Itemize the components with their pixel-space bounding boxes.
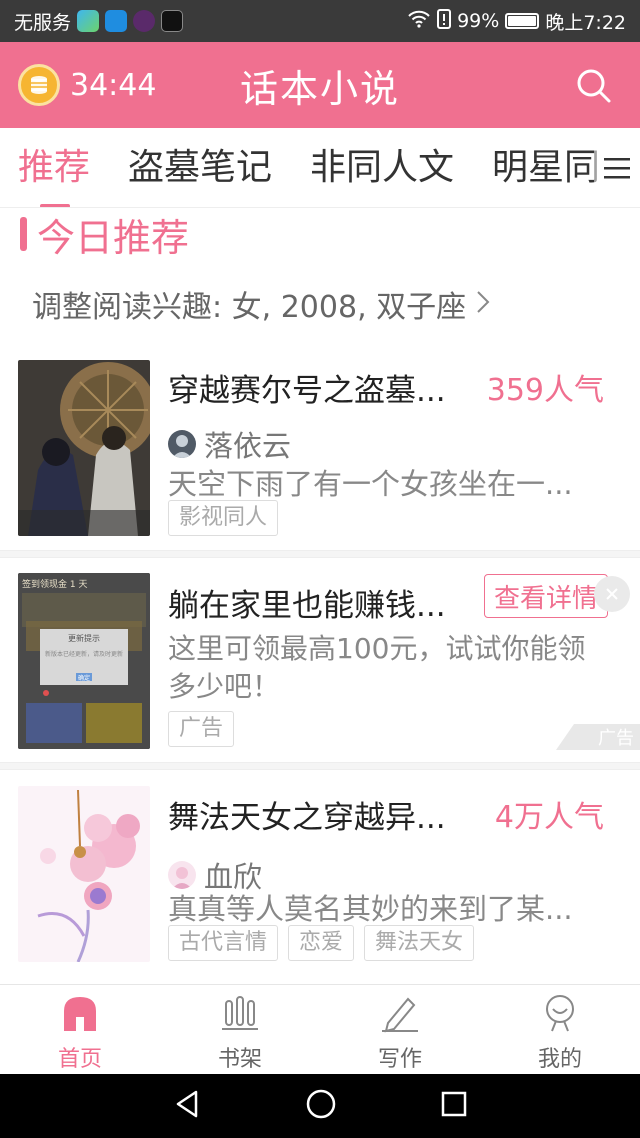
tag: 恋爱: [288, 925, 355, 961]
nav-profile[interactable]: 我的: [480, 985, 640, 1074]
adjust-interest-link[interactable]: 调整阅读兴趣: 女, 2008, 双子座: [32, 282, 490, 326]
game-app-icon: [133, 10, 156, 32]
carrier-text: 无服务: [14, 11, 72, 34]
book-cover: [18, 360, 150, 536]
section-title: 今日推荐: [37, 215, 190, 260]
nav-write[interactable]: 写作: [320, 985, 480, 1074]
popularity-count: 4万人气: [494, 800, 604, 835]
ad-cover-dialog-body: 新版本已经更新，请及时更新: [44, 651, 123, 658]
app-screen: 无服务 99% 晚上7:22 34:44 话本小说 推荐 盗墓笔记 非同人文 明…: [0, 0, 640, 1138]
author-avatar: [168, 430, 196, 458]
menu-icon[interactable]: [594, 128, 640, 207]
tag: 舞法天女: [364, 925, 475, 961]
bottom-navigation: 首页 书架 写作 我的: [0, 984, 640, 1074]
clock: 晚上7:22: [545, 11, 626, 34]
ad-title: 躺在家里也能赚钱...: [168, 588, 446, 624]
search-icon[interactable]: [572, 64, 616, 108]
tab-daomu-biji[interactable]: 盗墓笔记: [128, 128, 273, 207]
tab-label: 明星同: [492, 146, 601, 188]
book-title: 穿越赛尔号之盗墓...: [168, 373, 446, 409]
status-bar: 无服务 99% 晚上7:22: [0, 0, 640, 42]
ad-mark-badge: 广告: [556, 724, 640, 750]
nav-label: 首页: [57, 1047, 102, 1072]
nav-label: 我的: [537, 1047, 582, 1072]
alert-icon: [437, 8, 452, 34]
video-app-icon: [77, 10, 100, 32]
coin-alarm-icon: [18, 64, 60, 106]
nav-home[interactable]: 首页: [0, 985, 160, 1074]
nav-bookshelf[interactable]: 书架: [160, 985, 320, 1074]
tag: 影视同人: [168, 500, 279, 536]
mail-app-icon: [105, 10, 128, 32]
tab-celebrity[interactable]: 明星同: [492, 128, 601, 207]
popularity-count: 359人气: [486, 373, 604, 408]
section-accent-bar: [20, 217, 27, 251]
view-details-button[interactable]: 查看详情: [484, 574, 608, 618]
profile-icon: [540, 993, 580, 1037]
author-avatar: [168, 861, 196, 889]
divider: [0, 762, 640, 770]
view-details-label: 查看详情: [493, 583, 598, 614]
capcut-app-icon: [161, 10, 184, 32]
book-description: 天空下雨了有一个女孩坐在一...: [168, 467, 573, 501]
ad-description: 这里可领最高100元，试试你能领 多少吧！: [168, 630, 618, 706]
ad-description-line: 多少吧！: [168, 670, 281, 703]
battery-percent: 99%: [457, 10, 500, 32]
close-icon[interactable]: [594, 576, 630, 612]
book-description: 真真等人莫名其妙的来到了某...: [168, 892, 573, 926]
tab-non-fanfic[interactable]: 非同人文: [310, 128, 455, 207]
tag-list: 影视同人: [168, 500, 279, 536]
section-header: 今日推荐: [20, 212, 189, 260]
tag-list: 广告: [168, 711, 235, 747]
home-button-icon[interactable]: [305, 1088, 337, 1124]
nav-label: 写作: [377, 1047, 422, 1072]
pencil-icon: [380, 993, 420, 1037]
ad-tag: 广告: [168, 711, 235, 747]
app-header: 34:44 话本小说: [0, 42, 640, 128]
ad-card[interactable]: 签到领现金 1 天 更新提示 新版本已经更新，请及时更新 确定 躺在家里也能赚钱…: [0, 558, 640, 762]
battery-icon: [505, 13, 540, 29]
ad-cover-dialog-button: 确定: [77, 675, 90, 682]
reading-timer[interactable]: 34:44: [18, 64, 156, 106]
divider: [0, 550, 640, 558]
status-left: 无服务: [14, 8, 184, 35]
author-name: 落依云: [204, 429, 292, 463]
tab-label: 非同人文: [310, 146, 455, 188]
ad-cover-header: 签到领现金 1 天: [22, 580, 88, 590]
bookshelf-icon: [220, 993, 260, 1037]
wifi-icon: [407, 10, 431, 33]
category-tabs: 推荐 盗墓笔记 非同人文 明星同: [0, 128, 640, 208]
interest-text: 调整阅读兴趣: 女, 2008, 双子座: [32, 290, 467, 325]
ad-cover-dialog-title: 更新提示: [68, 634, 100, 643]
nav-label: 书架: [217, 1047, 262, 1072]
ad-description-line: 这里可领最高100元，试试你能领: [168, 632, 586, 665]
tab-recommend[interactable]: 推荐: [18, 128, 91, 207]
ad-mark-label: 广告: [598, 728, 634, 749]
timer-text: 34:44: [70, 67, 157, 103]
back-icon[interactable]: [172, 1089, 202, 1123]
battery-level: [508, 16, 537, 26]
home-icon: [60, 993, 100, 1037]
tab-label: 盗墓笔记: [128, 146, 273, 188]
recents-icon[interactable]: [440, 1090, 468, 1122]
chevron-right-icon: [476, 287, 490, 322]
book-cover: [18, 786, 150, 962]
author-row: 落依云: [168, 423, 291, 465]
status-right: 99% 晚上7:22: [407, 8, 626, 35]
tag-list: 古代言情 恋爱 舞法天女: [168, 925, 475, 961]
tab-label: 推荐: [18, 146, 91, 188]
book-title: 舞法天女之穿越异...: [168, 800, 446, 836]
tag: 古代言情: [168, 925, 279, 961]
ad-cover: 签到领现金 1 天 更新提示 新版本已经更新，请及时更新 确定: [18, 573, 150, 749]
system-navigation-bar: [0, 1074, 640, 1138]
book-card[interactable]: 穿越赛尔号之盗墓... 359人气 落依云 天空下雨了有一个女孩坐在一... 影…: [0, 345, 640, 550]
book-card[interactable]: 舞法天女之穿越异... 4万人气 血欣 真真等人莫名其妙的来到了某... 古代言…: [0, 770, 640, 982]
